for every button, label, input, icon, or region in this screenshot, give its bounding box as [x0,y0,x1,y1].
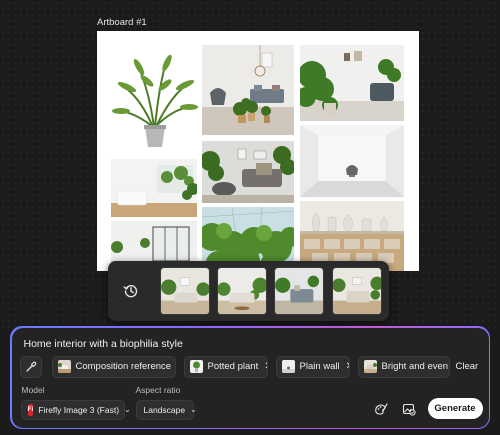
history-thumbnail[interactable] [332,267,382,315]
room-thumb-icon [363,360,377,373]
artboard[interactable] [97,31,419,271]
chip-label: Plain wall [299,361,340,372]
chip-label: Potted plant [207,361,259,372]
artboard-label: Artboard #1 [97,17,147,28]
prompt-input[interactable]: Home interior with a biophilia style [24,338,183,350]
remove-chip-icon[interactable]: ✕ [346,361,349,372]
chip-label: Composition reference [75,361,172,372]
moodboard-image-bright-room[interactable] [111,159,197,217]
generation-history [108,261,389,321]
remove-chip-icon[interactable]: ✕ [264,361,266,372]
history-button[interactable] [114,274,148,308]
model-select[interactable]: Fi Firefly Image 3 (Fast) ⌄ [20,399,131,420]
chip-label: Bright and even [381,361,449,372]
moodboard-image-palm[interactable] [109,45,199,155]
moodboard-image-sofa-plants[interactable] [202,141,294,203]
aspect-ratio-value: Landscape [143,404,186,415]
eyedropper-icon [25,361,36,372]
model-value: Firefly Image 3 (Fast) [38,404,120,415]
reference-chips: Composition reference ✕ Potted plant ✕ P… [19,355,486,378]
generate-button[interactable]: Generate [427,397,483,419]
prompt-panel: Home interior with a biophilia style Com… [10,326,490,429]
history-thumbnail[interactable] [217,267,267,315]
style-effects-button[interactable] [371,399,391,419]
aspect-ratio-label: Aspect ratio [135,384,181,395]
reference-image-button[interactable] [399,399,419,419]
moodboard-image-empty-room[interactable] [300,125,404,197]
aspect-ratio-select[interactable]: Landscape ⌄ [135,399,197,420]
palette-brush-icon [374,402,388,415]
moodboard-image-plant-room[interactable] [300,45,404,121]
style-picker-button[interactable] [19,355,42,378]
chip-plain-wall[interactable]: Plain wall ✕ [275,355,350,378]
model-label: Model [21,384,45,395]
image-reference-icon [402,403,416,416]
room-thumb-icon [57,360,71,373]
history-thumbnail[interactable] [274,267,324,315]
wall-thumb-icon [281,360,295,373]
chip-bright-and-even[interactable]: Bright and even ✕ [357,355,450,378]
clear-button[interactable]: Clear [456,356,479,378]
plant-thumb-icon [189,360,203,373]
chip-composition-reference[interactable]: Composition reference ✕ [51,355,176,378]
chip-potted-plant[interactable]: Potted plant ✕ [183,355,268,378]
moodboard-image-living-room[interactable] [202,45,294,135]
chevron-down-icon: ⌄ [124,405,131,414]
history-icon [123,285,138,298]
chevron-down-icon: ⌄ [190,405,197,414]
firefly-logo-icon: Fi [27,403,34,416]
history-thumbnail[interactable] [160,267,210,315]
